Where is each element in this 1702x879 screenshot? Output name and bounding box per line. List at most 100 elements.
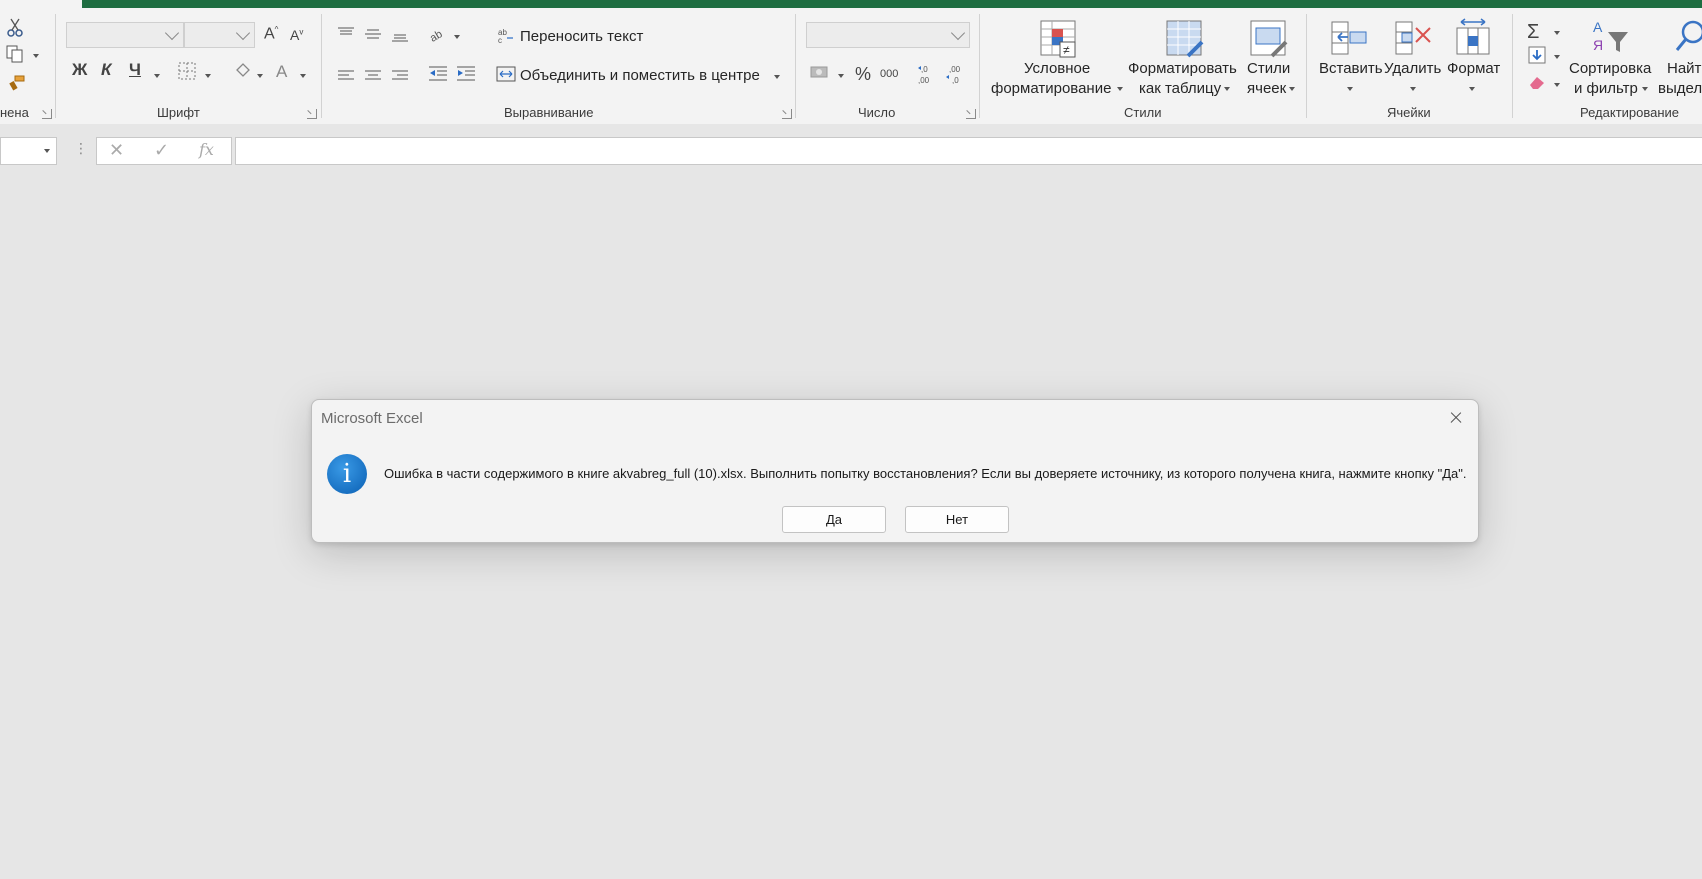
svg-text:,0: ,0 [952,76,959,85]
format-dropdown-icon[interactable] [1469,87,1475,91]
number-format-combo[interactable] [806,22,970,48]
info-icon: i [327,454,367,494]
autosum-icon[interactable]: Σ [1527,22,1539,42]
conditional-formatting-line1[interactable]: Условное [1024,59,1090,79]
clear-icon[interactable] [1528,74,1546,93]
thousands-button[interactable]: 000 [880,69,898,80]
formula-input[interactable] [235,137,1702,165]
merge-center-icon[interactable] [496,66,516,85]
separator [1512,14,1513,118]
insert-dropdown-icon[interactable] [1347,87,1353,91]
find-select-line2[interactable]: выдели [1658,79,1702,99]
name-box-dropdown-icon[interactable] [44,149,50,153]
format-as-table-dropdown-icon[interactable] [1224,87,1230,91]
cut-icon[interactable] [6,18,24,41]
insert-function-icon[interactable]: fx [199,142,214,158]
yes-button[interactable]: Да [782,506,886,533]
autosum-dropdown-icon[interactable] [1554,31,1560,35]
fill-color-dropdown-icon[interactable] [257,74,263,78]
font-dialog-launcher[interactable] [307,109,317,119]
align-right-icon[interactable] [391,68,409,86]
fill-color-icon[interactable] [233,62,251,83]
clipboard-dialog-launcher[interactable] [42,109,52,119]
delete-dropdown-icon[interactable] [1410,87,1416,91]
cell-styles-line2[interactable]: ячеек [1247,79,1286,99]
copy-dropdown-icon[interactable] [33,54,39,58]
find-select-line1[interactable]: Найти [1667,59,1702,79]
currency-dropdown-icon[interactable] [838,74,844,78]
cell-styles-icon[interactable] [1250,20,1288,61]
insert-cells-icon[interactable] [1330,20,1368,59]
wrap-text-icon[interactable]: ab c [497,27,515,48]
borders-dropdown-icon[interactable] [205,74,211,78]
copy-icon[interactable] [6,45,26,66]
number-dialog-launcher[interactable] [966,109,976,119]
formula-bar-grip-icon[interactable]: ⋮ [74,141,88,155]
decrease-indent-icon[interactable] [428,66,448,85]
svg-text:A: A [1593,19,1603,35]
cell-styles-dropdown-icon[interactable] [1289,87,1295,91]
font-color-dropdown-icon[interactable] [300,74,306,78]
cell-styles-line1[interactable]: Стили [1247,59,1290,79]
clear-dropdown-icon[interactable] [1554,83,1560,87]
borders-icon[interactable] [178,62,196,83]
fill-dropdown-icon[interactable] [1554,55,1560,59]
conditional-formatting-dropdown-icon[interactable] [1117,87,1123,91]
separator [795,14,796,118]
cancel-edit-icon[interactable]: ✕ [109,141,124,159]
conditional-formatting-line2[interactable]: форматирование [991,79,1111,99]
align-bottom-icon[interactable] [391,28,409,46]
underline-button[interactable]: Ч [129,61,141,78]
format-as-table-line1[interactable]: Форматировать [1128,59,1237,79]
currency-icon[interactable] [810,64,830,85]
align-left-icon[interactable] [337,68,355,86]
delete-cells-icon[interactable] [1394,20,1432,59]
font-size-combo[interactable] [184,22,255,48]
alignment-dialog-launcher[interactable] [782,109,792,119]
bold-button[interactable]: Ж [72,61,87,78]
error-dialog: Microsoft Excel i Ошибка в части содержи… [311,399,1479,543]
increase-indent-icon[interactable] [456,66,476,85]
italic-button[interactable]: К [101,61,111,78]
sort-filter-dropdown-icon[interactable] [1642,87,1648,91]
close-icon[interactable] [1442,406,1470,430]
no-button[interactable]: Нет [905,506,1009,533]
decrease-decimal-icon[interactable]: ,00,0 [945,63,967,88]
orientation-icon[interactable]: ab [428,26,449,45]
format-painter-icon[interactable] [8,74,26,95]
find-select-icon[interactable] [1675,18,1702,61]
merge-dropdown-icon[interactable] [774,75,780,79]
align-top-icon[interactable] [337,26,355,44]
underline-dropdown-icon[interactable] [154,74,160,78]
decrease-font-icon[interactable]: Av [290,28,303,42]
fill-down-icon[interactable] [1528,46,1546,67]
sort-filter-line1[interactable]: Сортировка [1569,59,1651,79]
sort-filter-line2[interactable]: и фильтр [1574,79,1638,99]
orientation-dropdown-icon[interactable] [454,35,460,39]
format-cells-icon[interactable] [1455,18,1491,59]
percent-button[interactable]: % [855,65,871,83]
merge-center-button[interactable]: Объединить и поместить в центре [520,67,760,84]
cells-group-label: Ячейки [1387,105,1431,120]
increase-decimal-icon[interactable]: ,0,00 [917,63,939,88]
conditional-formatting-icon[interactable]: ≠ [1040,20,1076,61]
format-as-table-icon[interactable] [1166,20,1204,61]
insert-button[interactable]: Вставить [1319,59,1383,79]
format-as-table-line2[interactable]: как таблицу [1139,79,1221,99]
formula-buttons: ✕ ✓ fx [96,137,232,165]
format-button[interactable]: Формат [1447,59,1500,79]
font-color-icon[interactable]: A [276,63,287,80]
align-middle-icon[interactable] [364,26,382,44]
clipboard-group-label: нена [0,105,29,120]
svg-text:c: c [498,36,502,45]
font-name-combo[interactable] [66,22,184,48]
confirm-edit-icon[interactable]: ✓ [154,141,169,159]
active-tab-edge [0,0,82,8]
wrap-text-button[interactable]: Переносить текст [520,28,643,45]
name-box[interactable] [0,137,57,165]
increase-font-icon[interactable]: A^ [264,26,278,42]
align-center-icon[interactable] [364,68,382,86]
separator [321,14,322,118]
sort-filter-icon[interactable]: AЯ [1592,18,1630,61]
delete-button[interactable]: Удалить [1384,59,1441,79]
